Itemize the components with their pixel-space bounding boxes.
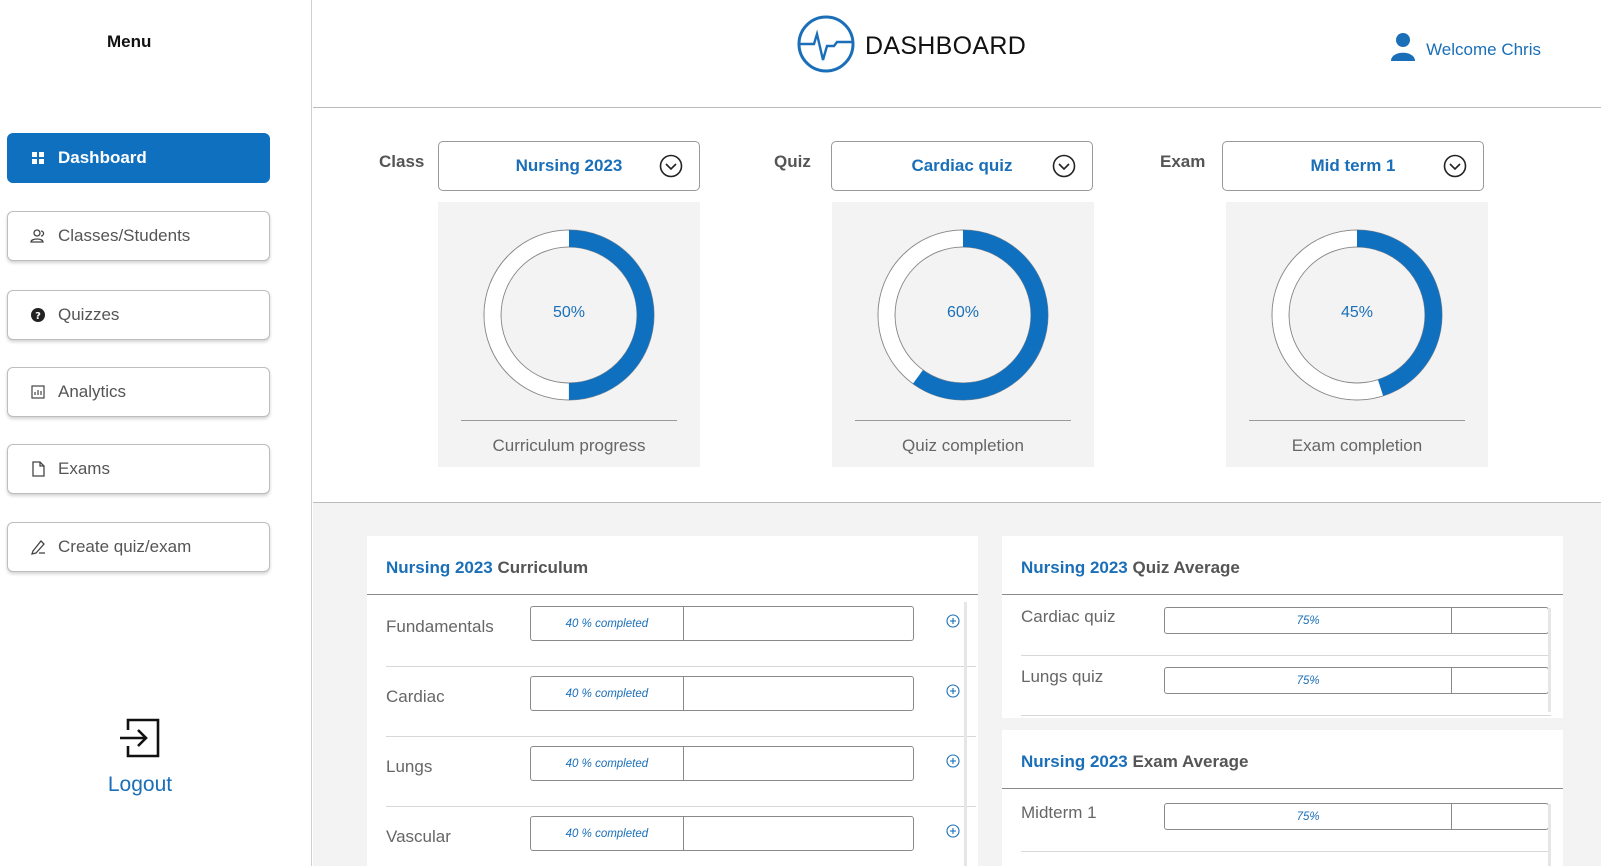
sidebar: Menu Dashboard Classes/Students ? Quizze… bbox=[0, 0, 312, 866]
quiz-average-card: Nursing 2023 Quiz Average Cardiac quiz 7… bbox=[1002, 536, 1563, 718]
sidebar-item-exams[interactable]: Exams bbox=[7, 444, 270, 494]
pen-icon bbox=[28, 537, 48, 557]
curriculum-row: Vascular 40 % completed bbox=[386, 807, 976, 866]
progress-bar: 40 % completed bbox=[530, 746, 914, 781]
exam-average-card-title: Nursing 2023 Exam Average bbox=[1021, 752, 1249, 771]
sidebar-item-label: Create quiz/exam bbox=[58, 537, 192, 556]
quiz-average-row: Lungs quiz 75% bbox=[1021, 656, 1551, 716]
curriculum-row-label: Lungs bbox=[386, 757, 433, 776]
divider bbox=[367, 594, 978, 595]
divider bbox=[1249, 420, 1465, 421]
curriculum-row-label: Cardiac bbox=[386, 687, 445, 706]
curriculum-progress-card: 50% Curriculum progress bbox=[438, 202, 700, 467]
quiz-completion-card: 60% Quiz completion bbox=[832, 202, 1094, 467]
logout-button[interactable]: Logout bbox=[100, 716, 180, 797]
scrollbar[interactable] bbox=[964, 602, 967, 866]
progress-bar: 75% bbox=[1164, 667, 1549, 694]
class-select-value: Nursing 2023 bbox=[515, 156, 623, 175]
question-icon: ? bbox=[28, 305, 48, 325]
sidebar-item-classes-students[interactable]: Classes/Students bbox=[7, 211, 270, 261]
sidebar-item-quizzes[interactable]: ? Quizzes bbox=[7, 290, 270, 340]
quiz-average-row: Cardiac quiz 75% bbox=[1021, 596, 1551, 656]
divider bbox=[1002, 788, 1563, 789]
logout-icon bbox=[118, 718, 162, 764]
exam-select-value: Mid term 1 bbox=[1310, 156, 1396, 175]
divider bbox=[461, 420, 677, 421]
progress-bar-fill: 40 % completed bbox=[531, 817, 684, 850]
chevron-down-icon bbox=[1443, 154, 1467, 183]
quiz-label: Quiz bbox=[774, 152, 811, 171]
sidebar-item-create-quiz-exam[interactable]: Create quiz/exam bbox=[7, 522, 270, 572]
progress-bar: 40 % completed bbox=[530, 676, 914, 711]
progress-bar: 75% bbox=[1164, 803, 1549, 830]
progress-bar: 40 % completed bbox=[530, 606, 914, 641]
exam-average-card: Nursing 2023 Exam Average Midterm 1 75% bbox=[1002, 730, 1563, 866]
sidebar-item-label: Quizzes bbox=[58, 305, 120, 324]
class-select[interactable]: Nursing 2023 bbox=[438, 141, 700, 191]
scrollbar[interactable] bbox=[1548, 804, 1551, 866]
divider bbox=[855, 420, 1071, 421]
progress-bar-fill: 75% bbox=[1165, 804, 1453, 829]
exam-average-row-label: Midterm 1 bbox=[1021, 803, 1097, 822]
progress-bar-fill: 40 % completed bbox=[531, 747, 684, 780]
chevron-down-icon bbox=[659, 154, 683, 183]
svg-text:?: ? bbox=[35, 311, 41, 322]
quiz-completion-value: 60% bbox=[946, 304, 980, 321]
plus-circle-icon[interactable] bbox=[946, 754, 960, 773]
document-icon bbox=[28, 459, 48, 479]
curriculum-card-title: Nursing 2023 Curriculum bbox=[386, 558, 589, 577]
progress-bar-fill: 40 % completed bbox=[531, 607, 684, 640]
logout-label: Logout bbox=[107, 773, 173, 796]
users-icon bbox=[28, 226, 48, 246]
curriculum-row: Fundamentals 40 % completed bbox=[386, 597, 976, 667]
header: DASHBOARD Welcome Chris bbox=[313, 0, 1601, 108]
curriculum-row: Lungs 40 % completed bbox=[386, 737, 976, 807]
brand: DASHBOARD bbox=[796, 14, 1026, 79]
page-title: DASHBOARD bbox=[865, 32, 1027, 60]
curriculum-progress-caption: Curriculum progress bbox=[492, 436, 646, 455]
exam-completion-caption: Exam completion bbox=[1291, 436, 1423, 455]
quiz-average-card-title: Nursing 2023 Quiz Average bbox=[1021, 558, 1240, 577]
plus-circle-icon[interactable] bbox=[946, 614, 960, 633]
exam-select[interactable]: Mid term 1 bbox=[1222, 141, 1484, 191]
user-menu[interactable]: Welcome Chris bbox=[1390, 32, 1541, 67]
welcome-text: Welcome Chris bbox=[1426, 39, 1541, 59]
sidebar-item-label: Classes/Students bbox=[58, 226, 191, 245]
progress-bar: 40 % completed bbox=[530, 816, 914, 851]
curriculum-row-label: Fundamentals bbox=[386, 617, 494, 636]
bar-chart-icon bbox=[28, 382, 48, 402]
sidebar-item-analytics[interactable]: Analytics bbox=[7, 367, 270, 417]
menu-title: Menu bbox=[107, 32, 152, 51]
quiz-select[interactable]: Cardiac quiz bbox=[831, 141, 1093, 191]
progress-bar: 75% bbox=[1164, 607, 1549, 634]
sidebar-item-label: Dashboard bbox=[58, 148, 147, 167]
exam-completion-value: 45% bbox=[1340, 304, 1374, 321]
grid-icon bbox=[28, 148, 48, 168]
chevron-down-icon bbox=[1052, 154, 1076, 183]
exam-completion-card: 45% Exam completion bbox=[1226, 202, 1488, 467]
curriculum-progress-value: 50% bbox=[552, 304, 586, 321]
curriculum-card: Nursing 2023 Curriculum Fundamentals 40 … bbox=[367, 536, 978, 866]
exam-label: Exam bbox=[1160, 152, 1206, 171]
quiz-average-row-label: Cardiac quiz bbox=[1021, 607, 1116, 626]
sidebar-item-label: Analytics bbox=[58, 382, 127, 401]
quiz-average-row-label: Lungs quiz bbox=[1021, 667, 1104, 686]
progress-bar-fill: 75% bbox=[1165, 608, 1453, 633]
quiz-select-value: Cardiac quiz bbox=[911, 156, 1013, 175]
scrollbar[interactable] bbox=[1548, 608, 1551, 712]
progress-bar-fill: 40 % completed bbox=[531, 677, 684, 710]
progress-bar-fill: 75% bbox=[1165, 668, 1453, 693]
sidebar-item-dashboard[interactable]: Dashboard bbox=[7, 133, 270, 183]
sidebar-item-label: Exams bbox=[58, 459, 110, 478]
user-icon bbox=[1390, 32, 1416, 67]
curriculum-row-label: Vascular bbox=[386, 827, 451, 846]
plus-circle-icon[interactable] bbox=[946, 824, 960, 843]
exam-average-row: Midterm 1 75% bbox=[1021, 792, 1551, 852]
class-label: Class bbox=[379, 152, 425, 171]
divider bbox=[1002, 594, 1563, 595]
plus-circle-icon[interactable] bbox=[946, 684, 960, 703]
quiz-completion-caption: Quiz completion bbox=[902, 436, 1024, 455]
curriculum-row: Cardiac 40 % completed bbox=[386, 667, 976, 737]
heartbeat-logo-icon bbox=[796, 14, 856, 79]
